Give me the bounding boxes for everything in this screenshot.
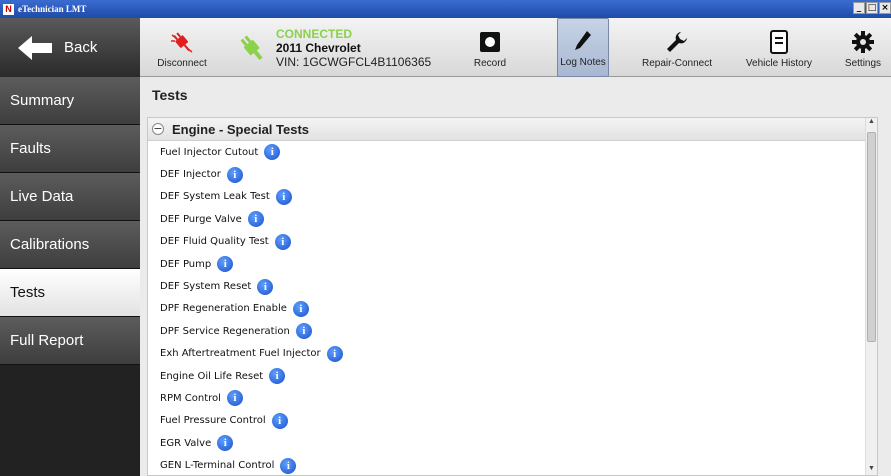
test-item-label[interactable]: Fuel Injector Cutout	[160, 147, 258, 158]
close-button[interactable]: ×	[879, 2, 891, 14]
vehicle-history-button[interactable]: Vehicle History	[742, 18, 816, 77]
test-item[interactable]: RPM Control i	[160, 387, 877, 409]
info-icon[interactable]: i	[274, 233, 291, 250]
test-item-label[interactable]: DEF System Leak Test	[160, 191, 270, 202]
test-item-label[interactable]: RPM Control	[160, 393, 221, 404]
info-icon[interactable]: i	[257, 278, 274, 295]
test-item[interactable]: DPF Regeneration Enable i	[160, 298, 877, 320]
test-item[interactable]: DEF Purge Valve i	[160, 208, 877, 230]
title-bar: N eTechnician LMT _ □ ×	[0, 0, 891, 18]
scroll-thumb[interactable]	[867, 132, 876, 342]
collapse-icon[interactable]: −	[152, 123, 164, 135]
test-item[interactable]: DEF Fluid Quality Test i	[160, 231, 877, 253]
app-title: eTechnician LMT	[18, 4, 87, 14]
record-icon	[479, 28, 501, 56]
sidebar-item-live-data[interactable]: Live Data	[0, 173, 140, 221]
test-item-label[interactable]: DEF Injector	[160, 169, 221, 180]
sidebar-item-calibrations[interactable]: Calibrations	[0, 221, 140, 269]
repair-connect-label: Repair-Connect	[641, 58, 713, 69]
scroll-down-button[interactable]: ▼	[866, 465, 877, 475]
page-title: Tests	[152, 87, 188, 103]
info-icon[interactable]: i	[269, 368, 286, 385]
test-item[interactable]: DEF Pump i	[160, 253, 877, 275]
back-button-label: Back	[64, 39, 98, 56]
section-header: − Engine - Special Tests	[148, 118, 877, 141]
back-button[interactable]: Back	[0, 18, 140, 77]
toolbar: Back Disconnect CONNECTED 2011 Chevrolet…	[0, 18, 891, 77]
vehicle-history-label: Vehicle History	[745, 58, 813, 69]
test-item[interactable]: DEF System Leak Test i	[160, 186, 877, 208]
scroll-up-button[interactable]: ▲	[866, 118, 877, 130]
test-item-label[interactable]: DPF Regeneration Enable	[160, 303, 287, 314]
test-item[interactable]: Fuel Injector Cutout i	[160, 141, 877, 163]
test-item-label[interactable]: EGR Valve	[160, 438, 211, 449]
connected-plug-icon	[240, 34, 263, 60]
test-item-label[interactable]: DEF Purge Valve	[160, 214, 242, 225]
info-icon[interactable]: i	[275, 188, 292, 205]
record-button[interactable]: Record	[468, 18, 512, 77]
test-item[interactable]: DEF System Reset i	[160, 275, 877, 297]
tests-panel: − Engine - Special Tests Fuel Injector C…	[147, 117, 878, 476]
connection-status: CONNECTED 2011 Chevrolet VIN: 1GCWGFCL4B…	[236, 18, 431, 77]
vehicle-name: 2011 Chevrolet	[276, 40, 361, 55]
disconnect-plug-icon	[168, 28, 196, 56]
settings-button[interactable]: Settings	[840, 18, 886, 77]
info-icon[interactable]: i	[271, 412, 288, 429]
test-item[interactable]: GEN L-Terminal Control i	[160, 454, 877, 475]
log-notes-button[interactable]: Log Notes	[557, 18, 609, 77]
minimize-button[interactable]: _	[853, 2, 865, 14]
record-label: Record	[473, 58, 507, 69]
test-item-label[interactable]: DEF Pump	[160, 259, 211, 270]
info-icon[interactable]: i	[264, 144, 281, 161]
test-item[interactable]: EGR Valve i	[160, 432, 877, 454]
info-icon[interactable]: i	[217, 435, 234, 452]
app-window: N eTechnician LMT _ □ × Back Disconnect …	[0, 0, 891, 476]
test-item-label[interactable]: Engine Oil Life Reset	[160, 371, 263, 382]
sidebar-item-faults[interactable]: Faults	[0, 125, 140, 173]
wrench-icon	[665, 28, 689, 56]
repair-connect-button[interactable]: Repair-Connect	[638, 18, 716, 77]
disconnect-button[interactable]: Disconnect	[152, 18, 212, 77]
test-item-label[interactable]: DEF Fluid Quality Test	[160, 236, 269, 247]
connection-status-text: CONNECTED	[276, 26, 353, 41]
back-arrow-icon	[18, 35, 52, 60]
info-icon[interactable]: i	[326, 345, 343, 362]
test-list: Fuel Injector Cutout i DEF Injector i DEF Sy…	[148, 141, 877, 475]
gear-icon	[851, 28, 875, 56]
maximize-button[interactable]: □	[866, 2, 878, 14]
test-item-label[interactable]: DEF System Reset	[160, 281, 251, 292]
test-item-label[interactable]: DPF Service Regeneration	[160, 326, 290, 337]
info-icon[interactable]: i	[292, 300, 309, 317]
sidebar-item-summary[interactable]: Summary	[0, 77, 140, 125]
test-item-label[interactable]: Exh Aftertreatment Fuel Injector	[160, 348, 321, 359]
test-item[interactable]: DPF Service Regeneration i	[160, 320, 877, 342]
test-item[interactable]: Exh Aftertreatment Fuel Injector i	[160, 343, 877, 365]
test-item[interactable]: DEF Injector i	[160, 163, 877, 185]
sidebar-item-tests[interactable]: Tests	[0, 269, 140, 317]
info-icon[interactable]: i	[217, 256, 234, 273]
window-controls: _ □ ×	[852, 2, 891, 14]
info-icon[interactable]: i	[226, 390, 243, 407]
app-logo-icon: N	[3, 3, 14, 15]
pencil-icon	[572, 27, 594, 55]
info-icon[interactable]: i	[247, 211, 264, 228]
test-item[interactable]: Fuel Pressure Control i	[160, 410, 877, 432]
disconnect-label: Disconnect	[157, 58, 207, 69]
test-item[interactable]: Engine Oil Life Reset i	[160, 365, 877, 387]
settings-label: Settings	[844, 58, 882, 69]
log-notes-label: Log Notes	[560, 57, 606, 68]
main-content: Tests − Engine - Special Tests Fuel Inje…	[140, 77, 891, 476]
document-icon	[769, 28, 789, 56]
info-icon[interactable]: i	[295, 323, 312, 340]
vehicle-vin: VIN: 1GCWGFCL4B1106365	[276, 54, 432, 69]
info-icon[interactable]: i	[280, 457, 297, 474]
test-item-label[interactable]: Fuel Pressure Control	[160, 415, 266, 426]
section-title: Engine - Special Tests	[172, 121, 310, 137]
info-icon[interactable]: i	[226, 166, 243, 183]
test-item-label[interactable]: GEN L-Terminal Control	[160, 460, 274, 471]
vertical-scrollbar[interactable]: ▲ ▼	[865, 118, 877, 475]
sidebar: Summary Faults Live Data Calibrations Te…	[0, 77, 140, 476]
sidebar-item-full-report[interactable]: Full Report	[0, 317, 140, 365]
